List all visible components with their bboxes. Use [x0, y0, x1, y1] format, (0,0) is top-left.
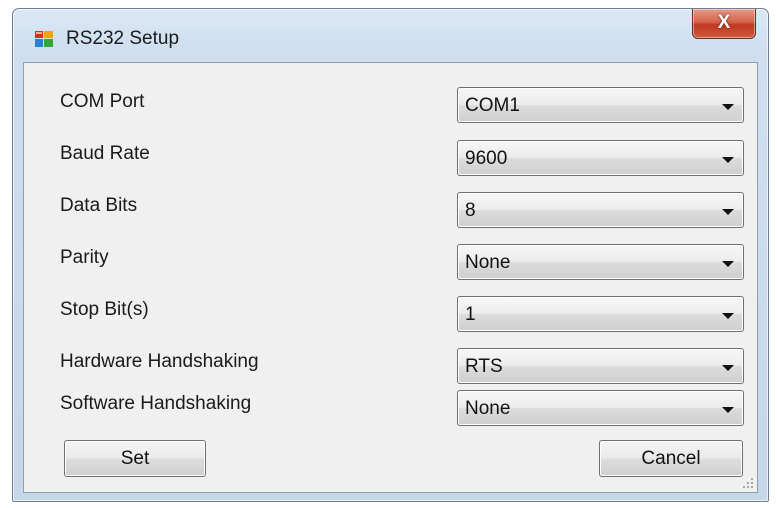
chevron-down-icon — [722, 209, 734, 215]
stop-bits-value: 1 — [465, 304, 476, 325]
com-port-label: COM Port — [60, 91, 145, 112]
hardware-handshaking-select[interactable]: RTS — [457, 348, 744, 384]
chevron-down-icon — [722, 365, 734, 371]
chevron-down-icon — [722, 261, 734, 267]
chevron-down-icon — [722, 104, 734, 110]
baud-rate-value: 9600 — [465, 148, 508, 169]
com-port-value: COM1 — [465, 95, 520, 116]
baud-rate-select[interactable]: 9600 — [457, 140, 744, 176]
cancel-button[interactable]: Cancel — [599, 440, 743, 477]
software-handshaking-label: Software Handshaking — [60, 393, 252, 414]
set-button[interactable]: Set — [64, 440, 206, 477]
com-port-select[interactable]: COM1 — [457, 87, 744, 123]
chevron-down-icon — [722, 157, 734, 163]
data-bits-label: Data Bits — [60, 195, 138, 216]
baud-rate-label: Baud Rate — [60, 143, 150, 164]
hardware-handshaking-label: Hardware Handshaking — [60, 351, 259, 372]
parity-select[interactable]: None — [457, 244, 744, 280]
chevron-down-icon — [722, 313, 734, 319]
close-icon: X — [717, 12, 731, 33]
resize-grip-icon[interactable] — [742, 477, 754, 489]
stop-bits-select[interactable]: 1 — [457, 296, 744, 332]
settings-panel: COM Port COM1 Baud Rate 9600 Data Bits 8… — [23, 62, 758, 493]
parity-label: Parity — [60, 247, 109, 268]
software-handshaking-value: None — [465, 398, 511, 419]
chevron-down-icon — [722, 407, 734, 413]
close-button[interactable]: X — [692, 9, 756, 39]
window-app-icon — [35, 31, 53, 47]
software-handshaking-select[interactable]: None — [457, 390, 744, 426]
parity-value: None — [465, 252, 511, 273]
data-bits-value: 8 — [465, 200, 476, 221]
rs232-setup-dialog: RS232 Setup X COM Port COM1 Baud Rate 96… — [12, 8, 769, 502]
window-title: RS232 Setup — [66, 28, 180, 49]
title-bar[interactable]: RS232 Setup X — [13, 9, 768, 59]
data-bits-select[interactable]: 8 — [457, 192, 744, 228]
hardware-handshaking-value: RTS — [465, 356, 503, 377]
stop-bits-label: Stop Bit(s) — [60, 299, 149, 320]
